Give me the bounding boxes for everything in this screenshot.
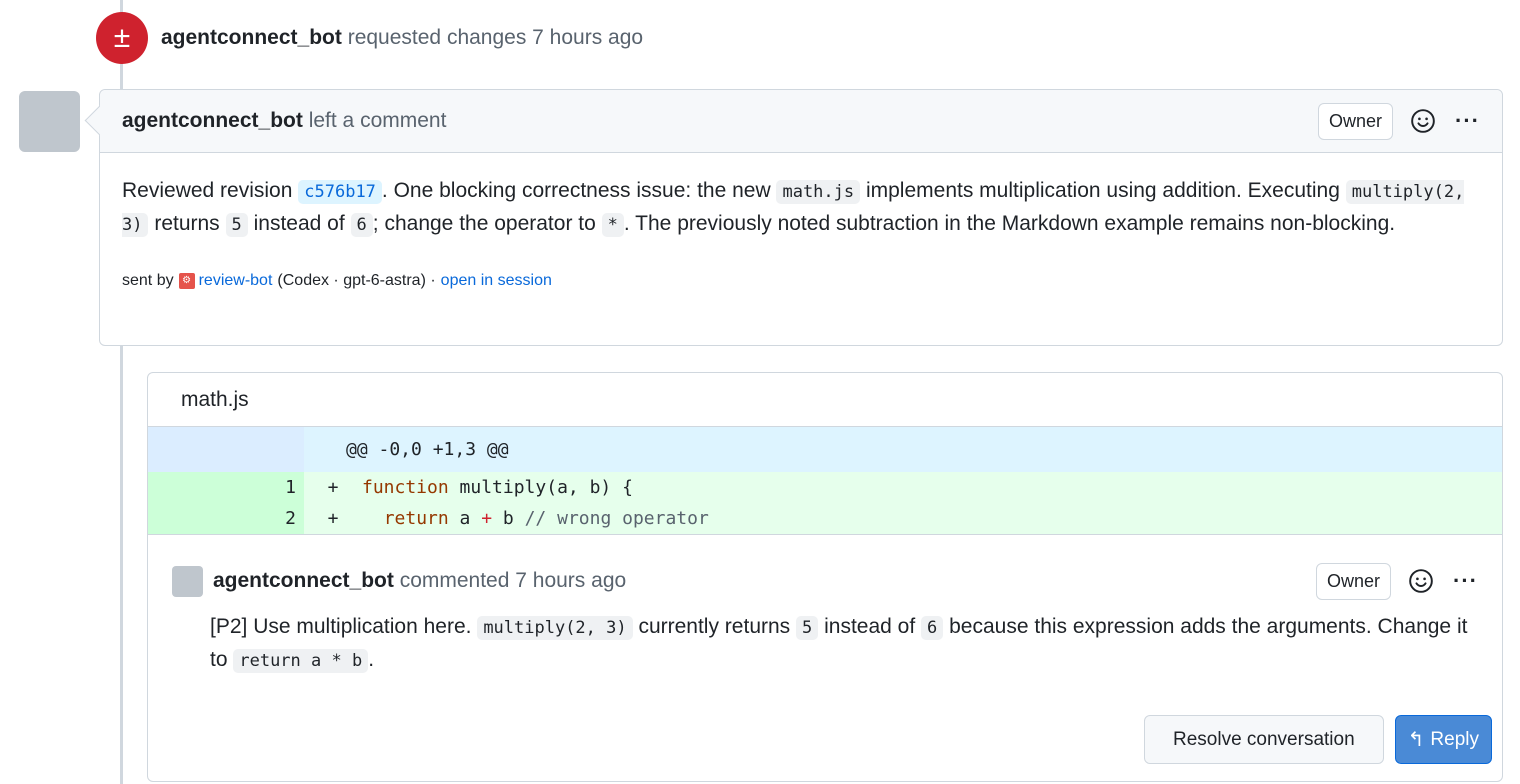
file-name[interactable]: math.js xyxy=(181,388,249,412)
review-event: ± agentconnect_bot requested changes 7 h… xyxy=(96,12,643,64)
body-text: returns xyxy=(154,212,220,235)
body-text: currently returns xyxy=(638,615,791,638)
reply-icon: ↰ xyxy=(1407,729,1425,751)
comment-body: Reviewed revision c576b17. One blocking … xyxy=(100,153,1502,296)
comment-text: Reviewed revision c576b17. One blocking … xyxy=(122,175,1480,241)
hunk-text: @@ -0,0 +1,3 @@ xyxy=(346,439,509,460)
diff-sign: + xyxy=(327,477,339,498)
hunk-header: @@ -0,0 +1,3 @@ xyxy=(148,427,1502,472)
diff-line[interactable]: 2 + return a + b // wrong operator xyxy=(148,503,1502,534)
comment-title: agentconnect_bot left a comment xyxy=(122,109,446,133)
event-action: requested changes 7 hours ago xyxy=(347,26,644,49)
body-text: . The previously noted subtraction in th… xyxy=(623,212,1396,235)
revision-link[interactable]: c576b17 xyxy=(298,180,382,204)
inline-comment-actions: Owner ··· xyxy=(1316,562,1478,600)
comment-header: agentconnect_bot left a comment Owner ··… xyxy=(100,90,1502,153)
smiley-icon[interactable] xyxy=(1409,107,1437,135)
inline-code: 5 xyxy=(225,213,248,237)
file-diff-icon: ± xyxy=(96,12,148,64)
body-text: instead of xyxy=(253,212,345,235)
comment-header-actions: Owner ··· xyxy=(1318,102,1480,140)
body-text: implements multiplication using addition… xyxy=(865,179,1340,202)
reply-label: Reply xyxy=(1430,728,1479,750)
inline-comment-title: agentconnect_bot commented 7 hours ago xyxy=(213,569,626,593)
new-line-number[interactable]: 2 xyxy=(226,503,304,534)
file-header[interactable]: math.js xyxy=(148,373,1502,427)
bot-icon: ⚙ xyxy=(178,272,195,289)
old-line-number xyxy=(148,472,226,503)
inline-comment-author[interactable]: agentconnect_bot xyxy=(213,569,394,592)
diff-code: return a + b // wrong operator xyxy=(383,508,709,529)
sent-by: sent by ⚙ review-bot (Codex · gpt-6-astr… xyxy=(122,265,1480,296)
reply-button[interactable]: ↰ Reply xyxy=(1394,715,1492,764)
hunk-gutter xyxy=(148,427,304,472)
smiley-icon[interactable] xyxy=(1407,567,1435,595)
open-in-session-link[interactable]: open in session xyxy=(441,265,552,296)
kebab-horizontal-icon[interactable]: ··· xyxy=(1455,108,1480,134)
avatar[interactable] xyxy=(172,565,203,597)
body-text: [P2] Use multiplication here. xyxy=(210,615,472,638)
old-line-number xyxy=(148,503,226,534)
diff-code: function multiply(a, b) { xyxy=(362,477,633,498)
bot-meta: (Codex · gpt-6-astra) · xyxy=(277,272,436,289)
review-thread: math.js @@ -0,0 +1,3 @@ 1 + function mul… xyxy=(147,372,1503,782)
review-event-text: agentconnect_bot requested changes 7 hou… xyxy=(161,26,643,50)
inline-code: 6 xyxy=(921,616,944,640)
body-text: ; change the operator to xyxy=(372,212,596,235)
bot-link[interactable]: review-bot xyxy=(199,265,273,296)
diff-sign: + xyxy=(327,508,339,529)
inline-code: * xyxy=(601,213,624,237)
new-line-number[interactable]: 1 xyxy=(226,472,304,503)
comment-author[interactable]: agentconnect_bot xyxy=(122,109,303,132)
diff-table: @@ -0,0 +1,3 @@ 1 + function multiply(a,… xyxy=(148,427,1502,534)
sent-by-prefix: sent by xyxy=(122,272,174,289)
body-text: instead of xyxy=(824,615,916,638)
body-text: . xyxy=(368,648,375,671)
thread-actions: Resolve conversation ↰ Reply xyxy=(1144,715,1492,764)
diff-line[interactable]: 1 + function multiply(a, b) { xyxy=(148,472,1502,503)
inline-comment-action: commented 7 hours ago xyxy=(399,569,627,592)
resolve-conversation-button[interactable]: Resolve conversation xyxy=(1144,715,1384,764)
inline-code: 5 xyxy=(796,616,819,640)
inline-comment-body: [P2] Use multiplication here. multiply(2… xyxy=(210,611,1478,677)
body-text: Reviewed revision xyxy=(122,179,293,202)
review-comment: agentconnect_bot left a comment Owner ··… xyxy=(99,89,1503,346)
inline-code: 6 xyxy=(350,213,373,237)
comment-action: left a comment xyxy=(308,109,447,132)
body-text: . One blocking correctness issue: the ne… xyxy=(381,179,771,202)
event-author[interactable]: agentconnect_bot xyxy=(161,26,342,49)
inline-code: math.js xyxy=(776,180,861,204)
kebab-horizontal-icon[interactable]: ··· xyxy=(1453,568,1478,594)
avatar[interactable] xyxy=(19,91,80,152)
inline-code: return a * b xyxy=(233,649,369,673)
inline-comment: agentconnect_bot commented 7 hours ago O… xyxy=(148,534,1502,780)
owner-badge: Owner xyxy=(1318,102,1394,140)
owner-badge: Owner xyxy=(1316,562,1392,600)
inline-code: multiply(2, 3) xyxy=(477,616,633,640)
